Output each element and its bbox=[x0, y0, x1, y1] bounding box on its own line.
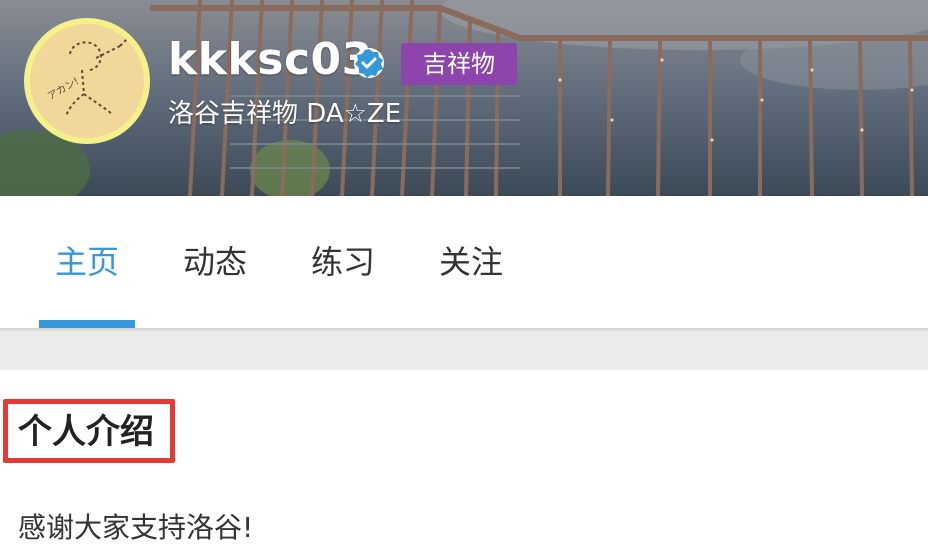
tab-following[interactable]: 关注 bbox=[422, 196, 520, 328]
avatar[interactable]: アカン! bbox=[24, 18, 150, 144]
active-tab-indicator bbox=[39, 320, 135, 328]
tab-home[interactable]: 主页 bbox=[38, 196, 136, 328]
intro-text: 感谢大家支持洛谷! bbox=[18, 511, 254, 544]
tab-activity[interactable]: 动态 bbox=[166, 196, 264, 328]
section-divider bbox=[0, 328, 928, 370]
verified-check-icon bbox=[354, 48, 384, 78]
profile-banner: アカン! kkksc03 吉祥物 洛谷吉祥物 DA☆ZE bbox=[0, 0, 928, 196]
svg-text:アカン!: アカン! bbox=[46, 75, 81, 102]
sketch-avatar-icon: アカン! bbox=[46, 37, 129, 117]
profile-subtitle: 洛谷吉祥物 DA☆ZE bbox=[168, 99, 402, 129]
intro-title: 个人介绍 bbox=[18, 412, 154, 452]
tab-practice[interactable]: 练习 bbox=[294, 196, 392, 328]
role-badge: 吉祥物 bbox=[401, 43, 517, 85]
profile-tabs: 主页 动态 练习 关注 bbox=[0, 196, 928, 328]
username: kkksc03 bbox=[168, 34, 373, 85]
